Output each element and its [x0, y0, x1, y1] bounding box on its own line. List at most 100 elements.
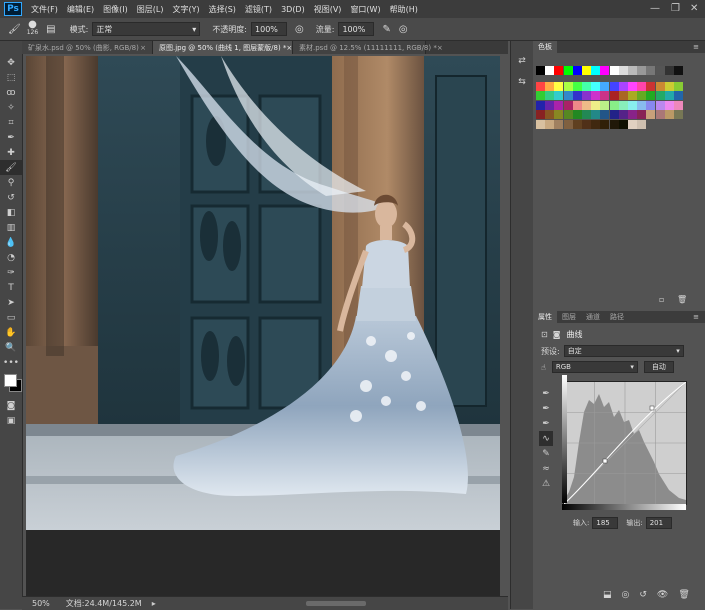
eraser-tool-icon[interactable]: ◧ [0, 205, 22, 220]
document-canvas[interactable] [26, 56, 500, 530]
color-swatch[interactable] [664, 81, 674, 91]
close-window-button[interactable]: ✕ [690, 3, 698, 14]
color-swatch[interactable] [600, 100, 610, 110]
color-swatch[interactable] [554, 81, 564, 91]
tab-document-1[interactable]: 矿泉水.psd @ 50% (曲影, RGB/8) × [22, 41, 153, 54]
color-swatch[interactable] [545, 100, 555, 110]
brush-preset-picker[interactable]: ● 126 [27, 20, 38, 37]
color-swatch[interactable] [554, 91, 564, 100]
color-swatch[interactable] [545, 81, 555, 91]
color-swatch[interactable] [563, 91, 573, 100]
zoom-tool-icon[interactable]: 🔍 [0, 340, 22, 355]
view-previous-icon[interactable]: ◎ [622, 590, 630, 600]
color-swatch[interactable] [628, 91, 637, 100]
tab-properties[interactable]: 属性 [533, 311, 557, 323]
color-swatch[interactable] [545, 91, 555, 100]
gradient-tool-icon[interactable]: ▥ [0, 220, 22, 235]
color-swatch[interactable] [591, 110, 601, 119]
clipping-warning-icon[interactable]: ⚠ [539, 476, 553, 491]
color-swatch[interactable] [536, 119, 545, 129]
color-swatch[interactable] [618, 81, 628, 91]
color-swatch[interactable] [563, 81, 573, 91]
color-swatch[interactable] [554, 110, 564, 119]
curves-graph[interactable] [563, 381, 687, 505]
color-swatch[interactable] [646, 91, 656, 100]
reset-icon[interactable]: ↺ [639, 590, 647, 600]
panel-menu-icon[interactable]: ≡ [693, 313, 699, 321]
menu-image[interactable]: 图像(I) [103, 4, 128, 15]
color-swatch[interactable] [609, 119, 619, 129]
hand-tool-icon[interactable]: ✋ [0, 325, 22, 340]
color-swatch[interactable] [637, 119, 647, 129]
color-swatch[interactable] [563, 110, 573, 119]
color-swatch[interactable] [582, 119, 591, 129]
color-swatch[interactable] [600, 119, 610, 129]
color-swatch[interactable] [572, 91, 582, 100]
visibility-eye-icon[interactable]: 👁 [657, 590, 668, 600]
menu-help[interactable]: 帮助(H) [390, 4, 418, 15]
black-point-eyedropper-icon[interactable]: ✒ [539, 386, 553, 401]
color-swatch[interactable] [655, 66, 665, 75]
delete-adjustment-icon[interactable]: 🗑 [678, 590, 689, 600]
color-swatch[interactable] [637, 91, 647, 100]
color-swatch[interactable] [554, 100, 564, 110]
clip-to-layer-icon[interactable]: ⬓ [603, 590, 612, 600]
brush-tool-selected-icon[interactable]: 🖌 [0, 160, 22, 175]
auto-button[interactable]: 自动 [643, 361, 674, 373]
color-swatch[interactable] [582, 91, 591, 100]
color-swatch[interactable] [628, 81, 637, 91]
curve-point-tool-icon[interactable]: ∿ [539, 431, 553, 446]
color-swatch[interactable] [554, 66, 564, 75]
color-swatch[interactable] [563, 100, 573, 110]
flow-input[interactable]: 100% [338, 22, 375, 36]
output-field[interactable]: 201 [645, 517, 672, 529]
mask-icon[interactable]: ◙ [553, 330, 561, 339]
menu-3d[interactable]: 3D(D) [281, 5, 305, 14]
panel-menu-icon[interactable]: ≡ [693, 43, 699, 51]
history-panel-icon[interactable]: ⇄ [511, 53, 533, 68]
color-swatch[interactable] [674, 110, 683, 119]
color-swatch[interactable] [572, 66, 582, 75]
color-swatch[interactable] [618, 91, 628, 100]
color-swatch[interactable] [572, 119, 582, 129]
move-tool-icon[interactable]: ✥ [0, 55, 22, 70]
color-swatch[interactable] [637, 100, 647, 110]
color-swatch[interactable] [637, 66, 647, 75]
color-swatch[interactable] [572, 100, 582, 110]
color-swatch[interactable] [609, 66, 619, 75]
brush-panel-icon[interactable]: ▤ [46, 24, 55, 35]
horizontal-scrollbar[interactable] [305, 601, 366, 606]
menu-edit[interactable]: 编辑(E) [67, 4, 94, 15]
menu-layer[interactable]: 图层(L) [137, 4, 164, 15]
color-swatch[interactable] [674, 81, 683, 91]
color-swatch[interactable] [674, 100, 683, 110]
white-point-eyedropper-icon[interactable]: ✒ [539, 416, 553, 431]
color-swatch[interactable] [591, 100, 601, 110]
color-swatch[interactable] [609, 81, 619, 91]
color-swatch[interactable] [637, 81, 647, 91]
color-swatch[interactable] [600, 110, 610, 119]
tab-document-2[interactable]: 原图.jpg @ 50% (曲线 1, 图层蒙版/8) * × [153, 41, 293, 54]
pencil-curve-icon[interactable]: ✎ [539, 446, 553, 461]
smooth-curve-icon[interactable]: ≈ [539, 461, 553, 476]
brush-tool-icon[interactable]: 🖌 [8, 24, 21, 35]
input-field[interactable]: 185 [592, 517, 619, 529]
tab-paths[interactable]: 路径 [605, 311, 629, 323]
menu-filter[interactable]: 滤镜(T) [245, 4, 272, 15]
zoom-level[interactable]: 50% [32, 599, 50, 608]
color-swatch[interactable] [628, 119, 637, 129]
gray-point-eyedropper-icon[interactable]: ✒ [539, 401, 553, 416]
color-swatch[interactable] [600, 91, 610, 100]
tab-document-3[interactable]: 素材.psd @ 12.5% (11111111, RGB/8) * × [293, 41, 443, 54]
color-swatch[interactable] [591, 66, 601, 75]
close-tab-icon[interactable]: × [437, 44, 443, 52]
curve-point[interactable] [602, 458, 608, 464]
color-swatch[interactable] [591, 81, 601, 91]
healing-brush-tool-icon[interactable]: ✚ [0, 145, 22, 160]
color-swatch[interactable] [591, 91, 601, 100]
new-swatch-icon[interactable]: ▫ [659, 295, 664, 304]
rectangle-tool-icon[interactable]: ▭ [0, 310, 22, 325]
clone-stamp-tool-icon[interactable]: ⚲ [0, 175, 22, 190]
color-swatch[interactable] [582, 110, 591, 119]
color-swatch[interactable] [582, 66, 591, 75]
